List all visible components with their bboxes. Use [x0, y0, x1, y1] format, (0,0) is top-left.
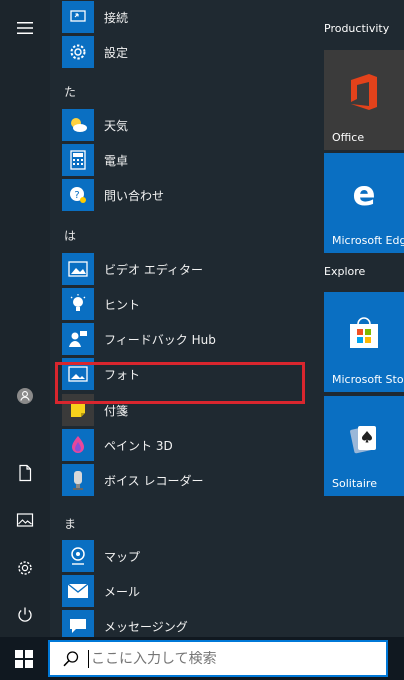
app-label: フィードバック Hub [104, 332, 216, 347]
tile-microsoft-edge[interactable]: e Microsoft Edg [324, 153, 404, 253]
search-icon [56, 650, 86, 668]
maps-icon [62, 540, 94, 572]
app-item-calculator[interactable]: 電卓 [62, 143, 312, 177]
app-item-connect[interactable]: 接続 [62, 0, 312, 34]
tile-group-explore[interactable]: Explore [324, 265, 365, 278]
section-header-ha[interactable]: は [64, 227, 76, 244]
start-button[interactable] [0, 637, 48, 680]
tile-label: Solitaire [332, 477, 377, 490]
settings-button[interactable] [0, 545, 50, 591]
svg-text:e: e [352, 175, 375, 214]
svg-text:?: ? [74, 190, 79, 201]
pinned-tiles: Productivity Office e Microsoft Edg Expl… [318, 0, 404, 637]
picture-icon [16, 513, 34, 527]
app-label: ペイント 3D [104, 438, 173, 453]
expand-menu-button[interactable] [0, 5, 50, 51]
tile-label: Microsoft Edg [332, 234, 404, 247]
app-item-paint3d[interactable]: ペイント 3D [62, 428, 312, 462]
tile-label: Microsoft Sto [332, 373, 404, 386]
tile-microsoft-store[interactable]: Microsoft Sto [324, 292, 404, 392]
connect-icon [62, 1, 94, 33]
power-button[interactable] [0, 592, 50, 638]
office-icon [324, 72, 404, 112]
app-item-get-help[interactable]: ? 問い合わせ [62, 178, 312, 212]
tips-icon [62, 288, 94, 320]
app-list: 接続 設定 た 天気 電卓 ? 問い合わせ は ビデオ エディター ヒント フィ… [50, 0, 312, 637]
app-label: 天気 [104, 118, 129, 133]
app-item-tips[interactable]: ヒント [62, 287, 312, 321]
taskbar-search-box[interactable] [48, 640, 388, 677]
start-menu: 接続 設定 た 天気 電卓 ? 問い合わせ は ビデオ エディター ヒント フィ… [0, 0, 404, 637]
user-avatar-icon [17, 388, 33, 404]
tile-solitaire[interactable]: Solitaire [324, 396, 404, 496]
gear-icon [18, 561, 32, 575]
voice-recorder-icon [62, 464, 94, 496]
pictures-button[interactable] [0, 497, 50, 543]
app-item-voice-recorder[interactable]: ボイス レコーダー [62, 463, 312, 497]
search-input[interactable] [89, 650, 371, 667]
app-item-weather[interactable]: 天気 [62, 108, 312, 142]
weather-icon [62, 109, 94, 141]
tile-label: Office [332, 131, 365, 144]
highlight-annotation [55, 362, 305, 404]
app-item-messaging[interactable]: メッセージング [62, 609, 312, 637]
store-icon [324, 314, 404, 354]
user-account-button[interactable] [0, 373, 50, 419]
app-label: メール [104, 584, 141, 599]
get-help-icon: ? [62, 179, 94, 211]
document-icon [19, 464, 32, 482]
app-label: ビデオ エディター [104, 262, 203, 277]
app-item-video-editor[interactable]: ビデオ エディター [62, 252, 312, 286]
solitaire-icon [324, 418, 404, 458]
app-item-feedback-hub[interactable]: フィードバック Hub [62, 322, 312, 356]
app-label: マップ [104, 549, 141, 564]
windows-logo-icon [15, 649, 33, 668]
messaging-icon [62, 610, 94, 637]
app-label: ボイス レコーダー [104, 473, 204, 488]
app-label: 問い合わせ [104, 188, 165, 203]
app-item-mail[interactable]: メール [62, 574, 312, 608]
paint3d-icon [62, 429, 94, 461]
app-label: 電卓 [104, 153, 129, 168]
app-label: 付箋 [104, 403, 129, 418]
app-label: 接続 [104, 10, 129, 25]
section-header-ma[interactable]: ま [64, 515, 76, 532]
settings-gear-icon [62, 36, 94, 68]
power-icon [18, 607, 32, 622]
app-label: ヒント [104, 297, 141, 312]
edge-icon: e [324, 175, 404, 215]
section-header-ta[interactable]: た [64, 83, 76, 100]
feedback-hub-icon [62, 323, 94, 355]
tile-office[interactable]: Office [324, 50, 404, 150]
app-item-maps[interactable]: マップ [62, 539, 312, 573]
documents-button[interactable] [0, 450, 50, 496]
hamburger-icon [17, 22, 33, 34]
app-item-settings[interactable]: 設定 [62, 35, 312, 69]
app-label: メッセージング [104, 619, 188, 634]
mail-icon [62, 575, 94, 607]
start-left-rail [0, 0, 50, 637]
video-editor-icon [62, 253, 94, 285]
calculator-icon [62, 144, 94, 176]
taskbar [0, 637, 404, 680]
app-label: 設定 [104, 45, 129, 60]
tile-group-productivity[interactable]: Productivity [324, 22, 389, 35]
